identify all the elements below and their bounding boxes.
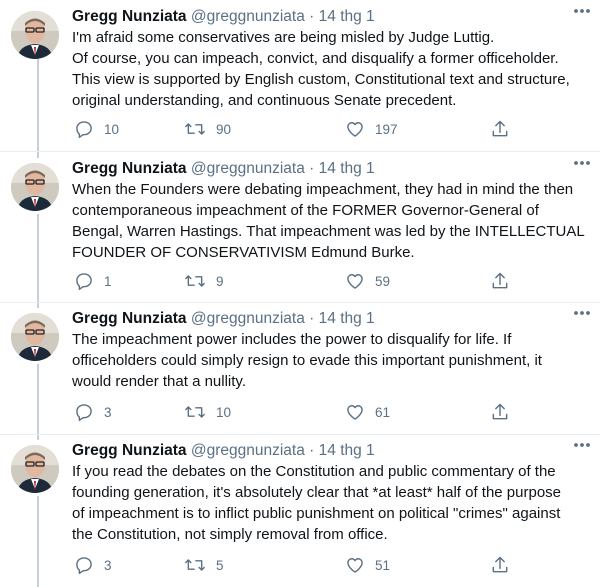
- tweet-date[interactable]: 14 thg 1: [319, 310, 375, 327]
- separator: ·: [309, 442, 315, 459]
- tweet-header: Gregg Nunziata @greggnunziata · 14 thg 1: [72, 309, 375, 329]
- author-handle[interactable]: @greggnunziata: [191, 310, 305, 327]
- share-button[interactable]: [490, 118, 510, 140]
- retweet-button[interactable]: 5: [184, 554, 224, 576]
- more-icon[interactable]: [570, 438, 594, 452]
- tweet[interactable]: Gregg Nunziata @greggnunziata · 14 thg 1…: [0, 302, 600, 434]
- like-button[interactable]: 197: [345, 118, 398, 140]
- tweet-text-line: If you read the debates on the Constitut…: [72, 463, 556, 480]
- heart-icon: [345, 402, 365, 422]
- tweet-text-line: This view is supported by English custom…: [72, 71, 570, 88]
- share-button[interactable]: [490, 270, 510, 292]
- retweet-button[interactable]: 10: [184, 401, 231, 423]
- reply-icon: [74, 119, 94, 139]
- tweet-text-line: of impeachment is to inflict public puni…: [72, 505, 561, 522]
- like-button[interactable]: 59: [345, 270, 390, 292]
- author-handle[interactable]: @greggnunziata: [191, 8, 305, 25]
- tweet-actions: 3 5 51: [72, 554, 512, 576]
- tweet-actions: 3 10 61: [72, 401, 512, 423]
- share-icon: [490, 119, 510, 139]
- tweet-text: I'm afraid some conservatives are being …: [72, 27, 592, 111]
- like-count: 197: [375, 121, 398, 137]
- reply-count: 10: [104, 121, 120, 137]
- retweet-count: 10: [216, 404, 232, 420]
- share-icon: [490, 271, 510, 291]
- avatar[interactable]: [11, 163, 59, 211]
- retweet-button[interactable]: 90: [184, 118, 231, 140]
- reply-button[interactable]: 1: [74, 270, 112, 292]
- tweet-actions: 10 90 197: [72, 118, 512, 140]
- separator: ·: [309, 160, 315, 177]
- reply-button[interactable]: 3: [74, 401, 112, 423]
- retweet-count: 5: [216, 557, 224, 573]
- tweet-date[interactable]: 14 thg 1: [319, 8, 375, 25]
- like-count: 59: [375, 273, 391, 289]
- tweet-header: Gregg Nunziata @greggnunziata · 14 thg 1: [72, 441, 375, 461]
- reply-icon: [74, 402, 94, 422]
- tweet-date[interactable]: 14 thg 1: [319, 442, 375, 459]
- tweet-text-line: the Constitution, not simply removal fro…: [72, 526, 388, 543]
- tweet[interactable]: Gregg Nunziata @greggnunziata · 14 thg 1…: [0, 0, 600, 151]
- tweet-text: If you read the debates on the Constitut…: [72, 461, 592, 545]
- like-count: 61: [375, 404, 391, 420]
- tweet-text-line: Bengal, Warren Hastings. That impeachmen…: [72, 223, 585, 240]
- tweet-text: The impeachment power includes the power…: [72, 329, 592, 392]
- author-name[interactable]: Gregg Nunziata: [72, 310, 187, 327]
- heart-icon: [345, 555, 365, 575]
- reply-button[interactable]: 10: [74, 118, 119, 140]
- share-button[interactable]: [490, 401, 510, 423]
- retweet-button[interactable]: 9: [184, 270, 224, 292]
- retweet-icon: [184, 119, 206, 139]
- tweet-text-line: I'm afraid some conservatives are being …: [72, 29, 495, 46]
- tweet-text-line: officeholders could simply resign to eva…: [72, 352, 542, 369]
- tweet-header: Gregg Nunziata @greggnunziata · 14 thg 1: [72, 7, 375, 27]
- reply-button[interactable]: 3: [74, 554, 112, 576]
- share-icon: [490, 555, 510, 575]
- tweet-text-line: founding generation, it's absolutely cle…: [72, 484, 562, 501]
- tweet-text-line: When the Founders were debating impeachm…: [72, 181, 574, 198]
- retweet-icon: [184, 402, 206, 422]
- separator: ·: [309, 310, 315, 327]
- retweet-count: 90: [216, 121, 232, 137]
- tweet-actions: 1 9 59: [72, 270, 512, 292]
- tweet[interactable]: Gregg Nunziata @greggnunziata · 14 thg 1…: [0, 434, 600, 587]
- author-name[interactable]: Gregg Nunziata: [72, 442, 187, 459]
- tweet-text: When the Founders were debating impeachm…: [72, 179, 592, 263]
- reply-icon: [74, 271, 94, 291]
- more-icon[interactable]: [570, 306, 594, 320]
- like-count: 51: [375, 557, 391, 573]
- reply-count: 3: [104, 404, 112, 420]
- author-handle[interactable]: @greggnunziata: [191, 442, 305, 459]
- separator: ·: [309, 8, 315, 25]
- share-button[interactable]: [490, 554, 510, 576]
- avatar[interactable]: [11, 445, 59, 493]
- more-icon[interactable]: [570, 4, 594, 18]
- avatar[interactable]: [11, 11, 59, 59]
- avatar[interactable]: [11, 313, 59, 361]
- tweet-text-line: would render that a nullity.: [72, 373, 246, 390]
- more-icon[interactable]: [570, 156, 594, 170]
- like-button[interactable]: 61: [345, 401, 390, 423]
- retweet-icon: [184, 271, 206, 291]
- tweet-date[interactable]: 14 thg 1: [319, 160, 375, 177]
- reply-count: 1: [104, 273, 112, 289]
- heart-icon: [345, 119, 365, 139]
- like-button[interactable]: 51: [345, 554, 390, 576]
- author-name[interactable]: Gregg Nunziata: [72, 160, 187, 177]
- author-name[interactable]: Gregg Nunziata: [72, 8, 187, 25]
- tweet-text-line: The impeachment power includes the power…: [72, 331, 512, 348]
- retweet-icon: [184, 555, 206, 575]
- tweet-header: Gregg Nunziata @greggnunziata · 14 thg 1: [72, 159, 375, 179]
- share-icon: [490, 402, 510, 422]
- reply-icon: [74, 555, 94, 575]
- tweet-text-line: contemporaneous impeachment of the FORME…: [72, 202, 539, 219]
- retweet-count: 9: [216, 273, 224, 289]
- heart-icon: [345, 271, 365, 291]
- tweet-text-line: original understanding, and continuous S…: [72, 92, 457, 109]
- tweet[interactable]: Gregg Nunziata @greggnunziata · 14 thg 1…: [0, 152, 600, 302]
- reply-count: 3: [104, 557, 112, 573]
- author-handle[interactable]: @greggnunziata: [191, 160, 305, 177]
- tweet-text-line: Of course, you can impeach, convict, and…: [72, 50, 559, 67]
- tweet-text-line: FOUNDER OF CONSERVATIVISM Edmund Burke.: [72, 244, 415, 261]
